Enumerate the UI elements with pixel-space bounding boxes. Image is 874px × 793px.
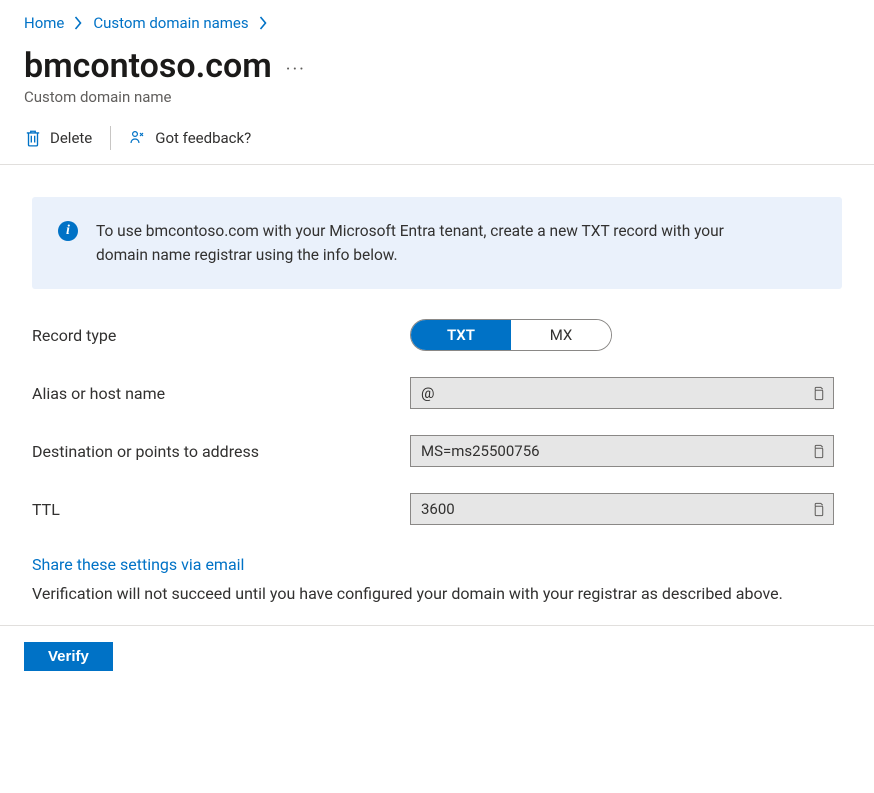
chevron-right-icon <box>74 16 83 30</box>
copy-alias-button[interactable] <box>803 378 833 408</box>
breadcrumb-home[interactable]: Home <box>24 14 64 32</box>
delete-button[interactable]: Delete <box>24 129 92 147</box>
verify-button[interactable]: Verify <box>24 642 113 671</box>
more-actions-button[interactable]: ··· <box>286 53 306 80</box>
copy-destination-button[interactable] <box>803 436 833 466</box>
destination-field: MS=ms25500756 <box>410 435 834 467</box>
destination-value: MS=ms25500756 <box>411 442 803 460</box>
command-bar: Delete Got feedback? <box>24 126 850 164</box>
page-subtitle: Custom domain name <box>24 88 850 106</box>
page-title: bmcontoso.com <box>24 46 272 86</box>
footer-divider <box>0 625 874 626</box>
copy-icon <box>811 386 826 401</box>
info-icon: i <box>58 221 78 241</box>
ttl-label: TTL <box>32 500 410 519</box>
feedback-icon <box>129 129 147 147</box>
delete-label: Delete <box>50 129 92 147</box>
feedback-button[interactable]: Got feedback? <box>129 129 251 147</box>
breadcrumb-custom-domain-names[interactable]: Custom domain names <box>93 14 248 32</box>
share-settings-link[interactable]: Share these settings via email <box>32 553 244 578</box>
toolbar-divider <box>0 164 874 165</box>
alias-value: @ <box>411 384 803 402</box>
verification-note-text: Verification will not succeed until you … <box>32 584 783 603</box>
alias-field: @ <box>410 377 834 409</box>
trash-icon <box>24 129 42 147</box>
alias-label: Alias or host name <box>32 384 410 403</box>
record-type-toggle: TXT MX <box>410 319 612 351</box>
record-type-label: Record type <box>32 326 410 345</box>
record-type-mx-option[interactable]: MX <box>511 320 611 350</box>
info-banner-text: To use bmcontoso.com with your Microsoft… <box>96 219 736 267</box>
destination-label: Destination or points to address <box>32 442 410 461</box>
record-type-txt-option[interactable]: TXT <box>411 320 511 350</box>
copy-ttl-button[interactable] <box>803 494 833 524</box>
chevron-right-icon <box>259 16 268 30</box>
breadcrumb: Home Custom domain names <box>24 14 850 32</box>
toolbar-separator <box>110 126 111 150</box>
feedback-label: Got feedback? <box>155 129 251 147</box>
info-banner: i To use bmcontoso.com with your Microso… <box>32 197 842 289</box>
ttl-field: 3600 <box>410 493 834 525</box>
copy-icon <box>811 502 826 517</box>
copy-icon <box>811 444 826 459</box>
ttl-value: 3600 <box>411 500 803 518</box>
